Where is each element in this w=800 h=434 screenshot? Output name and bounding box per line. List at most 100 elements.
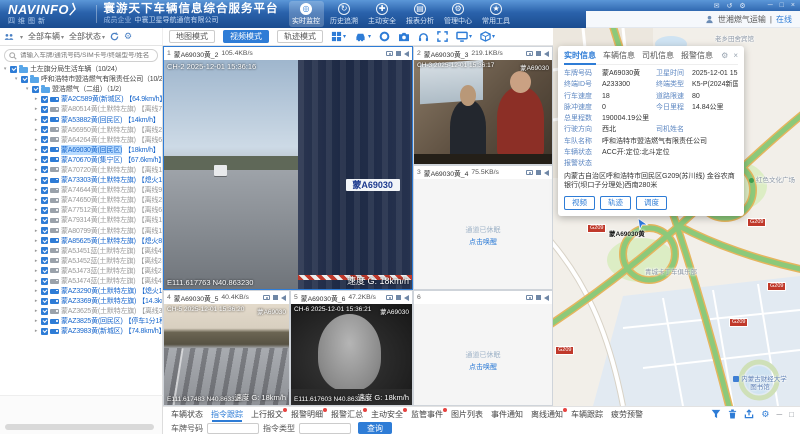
checkbox-icon[interactable] [41,237,48,244]
tree-row[interactable]: ▸ 蒙AZ3983黄(新城区) 【74.8km/h】 [0,326,162,336]
tree-row[interactable]: ▸ 蒙A79314黄(土默特左旗) 【离线1天22时】 [0,215,162,225]
checkbox-icon[interactable] [41,328,48,335]
query-button[interactable]: 查询 [358,422,392,434]
bottom-tab[interactable]: 上行报文 [251,408,283,421]
checkbox-icon[interactable] [41,288,48,295]
tree-row[interactable]: ▸ 蒙A5J452蓝(土默特左旗) 【离线28天】 [0,256,162,266]
layout-grid-icon[interactable]: ▾ [331,31,346,42]
checkbox-icon[interactable] [10,66,17,73]
panel-close-icon[interactable]: × [733,51,738,60]
nav-item[interactable]: ★ 常用工具 [479,1,514,27]
checkbox-icon[interactable] [41,146,48,153]
tree-row[interactable]: ▾ 土左旗分局生活车辆（10/24） [0,64,162,74]
snapshot-icon[interactable] [526,295,533,300]
checkbox-icon[interactable] [41,257,48,264]
record-icon[interactable] [379,31,390,42]
expand-arrow-icon[interactable]: ▾ [24,86,30,92]
checkbox-icon[interactable] [41,166,48,173]
tree-row[interactable]: ▸ 蒙A69030黄(回民区) 【18km/h】 [0,145,162,155]
expand-arrow-icon[interactable]: ▸ [33,308,39,314]
tree-row[interactable]: ▸ 蒙A5J473蓝(土默特左旗) 【离线25天18时】 [0,266,162,276]
tree-row[interactable]: ▸ 蒙A5J451蓝(土默特左旗) 【离线4天19时】 [0,246,162,256]
stop-icon[interactable] [396,295,401,300]
checkbox-icon[interactable] [41,197,48,204]
status-filter-select[interactable]: 全部状态 [69,31,105,42]
volume-icon[interactable] [544,295,549,301]
checkbox-icon[interactable] [41,217,48,224]
info-tab[interactable]: 车辆信息 [603,50,635,61]
close-button[interactable]: × [791,2,795,9]
expand-arrow-icon[interactable]: ▸ [33,127,39,133]
nav-item[interactable]: ✚ 主动安全 [365,1,400,27]
snapshot-icon[interactable] [386,51,393,56]
tree-row[interactable]: ▸ 蒙A56950黄(土默特左旗) 【离线20时48分】 [0,125,162,135]
expand-arrow-icon[interactable]: ▸ [33,207,39,213]
video-cell-5[interactable]: 5 蒙A69030黄_6 47.2KB/s CH-6 2025-12-01 15… [290,290,413,406]
expand-arrow-icon[interactable]: ▾ [13,76,19,82]
stream-quality-icon[interactable]: ▾ [480,31,495,42]
volume-icon[interactable] [404,295,409,301]
tree-row[interactable]: ▸ 蒙AZ3825黄(回民区) 【停车1分1秒】 [0,316,162,326]
tree-row[interactable]: ▸ 蒙A85625黄(土默特左旗) 【熄火8时25分】 [0,236,162,246]
snapshot-camera-icon[interactable] [398,32,410,42]
checkbox-icon[interactable] [41,156,48,163]
volume-icon[interactable] [281,295,286,301]
checkbox-icon[interactable] [41,308,48,315]
video-cell-6[interactable]: 6 通道已休眠 点击唤醒 [413,290,553,406]
nav-item[interactable]: ◎ 实时监控 [289,1,324,27]
horizontal-scrollbar[interactable] [5,424,154,430]
expand-arrow-icon[interactable]: ▸ [33,217,39,223]
checkbox-icon[interactable] [41,207,48,214]
snapshot-icon[interactable] [263,295,270,300]
expand-arrow-icon[interactable]: ▸ [33,106,39,112]
expand-arrow-icon[interactable]: ▸ [33,197,39,203]
snapshot-icon[interactable] [526,170,533,175]
tree-row[interactable]: ▸ 蒙A53882黄(回民区) 【14km/h】 [0,114,162,124]
bottom-tab[interactable]: 事件通知 [491,408,523,421]
video-cell-3[interactable]: 3 蒙A69030黄_4 75.5KB/s 通道已休眠 点击唤醒 [413,165,553,290]
nav-item[interactable]: ⚙ 管理中心 [441,1,476,27]
video-cell-4[interactable]: 4 蒙A69030黄_5 40.4KB/s CH-5 2025-12-01 15… [163,290,290,406]
group-icon[interactable] [4,33,14,41]
command-type-input[interactable] [299,423,351,434]
video-cell-2[interactable]: 2 蒙A69030黄_3 219.1KB/s CH-3 2025-12-01 1… [413,46,553,165]
expand-arrow-icon[interactable]: ▸ [33,238,39,244]
info-tab[interactable]: 实时信息 [564,50,596,61]
checkbox-icon[interactable] [41,298,48,305]
panel-settings-icon[interactable]: ⚙ [721,51,728,60]
checkbox-icon[interactable] [41,126,48,133]
tree-row[interactable]: ▸ 蒙AZ3369黄(土默特左旗) 【14.3km/h】 [0,296,162,306]
bottom-tab[interactable]: 报警汇总 [331,408,363,421]
tree-settings-icon[interactable]: ⚙ [124,32,132,41]
export-icon[interactable] [744,409,754,419]
minimize-button[interactable]: ─ [768,2,773,9]
tree-row[interactable]: ▸ 蒙AZ3290黄(土默特左旗) 【熄火18分3秒】 [0,286,162,296]
bottom-tab[interactable]: 指令跟踪 [211,408,243,421]
expand-arrow-icon[interactable]: ▸ [33,298,39,304]
bottom-tab[interactable]: 报警明细 [291,408,323,421]
refresh-icon[interactable]: ↺ [727,2,733,10]
bottom-tab[interactable]: 监管事件 [411,408,443,421]
volume-icon[interactable] [404,51,409,57]
panel-action-button[interactable]: 视频 [564,196,595,210]
expand-arrow-icon[interactable]: ▸ [33,248,39,254]
expand-arrow-icon[interactable]: ▸ [33,167,39,173]
vehicle-filter-select[interactable]: 全部车辆 [28,31,64,42]
checkbox-icon[interactable] [41,106,48,113]
mode-button[interactable]: 视频模式 [223,30,269,43]
expand-arrow-icon[interactable]: ▸ [33,117,39,123]
checkbox-icon[interactable] [41,96,48,103]
tree-row[interactable]: ▸ 蒙A77512黄(土默特左旗) 【离线6时31分】 [0,205,162,215]
checkbox-icon[interactable] [41,227,48,234]
bottom-tab[interactable]: 车辆状态 [171,408,203,421]
tree-row[interactable]: ▸ 蒙A73303黄(土默特左旗) 【熄火11分1秒】 [0,175,162,185]
stop-icon[interactable] [536,170,541,175]
search-input[interactable] [20,52,153,59]
expand-arrow-icon[interactable]: ▸ [33,228,39,234]
maximize-button[interactable]: □ [780,2,784,9]
checkbox-icon[interactable] [41,267,48,274]
delete-icon[interactable] [728,409,737,419]
filter-icon[interactable] [711,409,721,419]
expand-arrow-icon[interactable]: ▸ [33,258,39,264]
expand-arrow-icon[interactable]: ▸ [33,96,39,102]
